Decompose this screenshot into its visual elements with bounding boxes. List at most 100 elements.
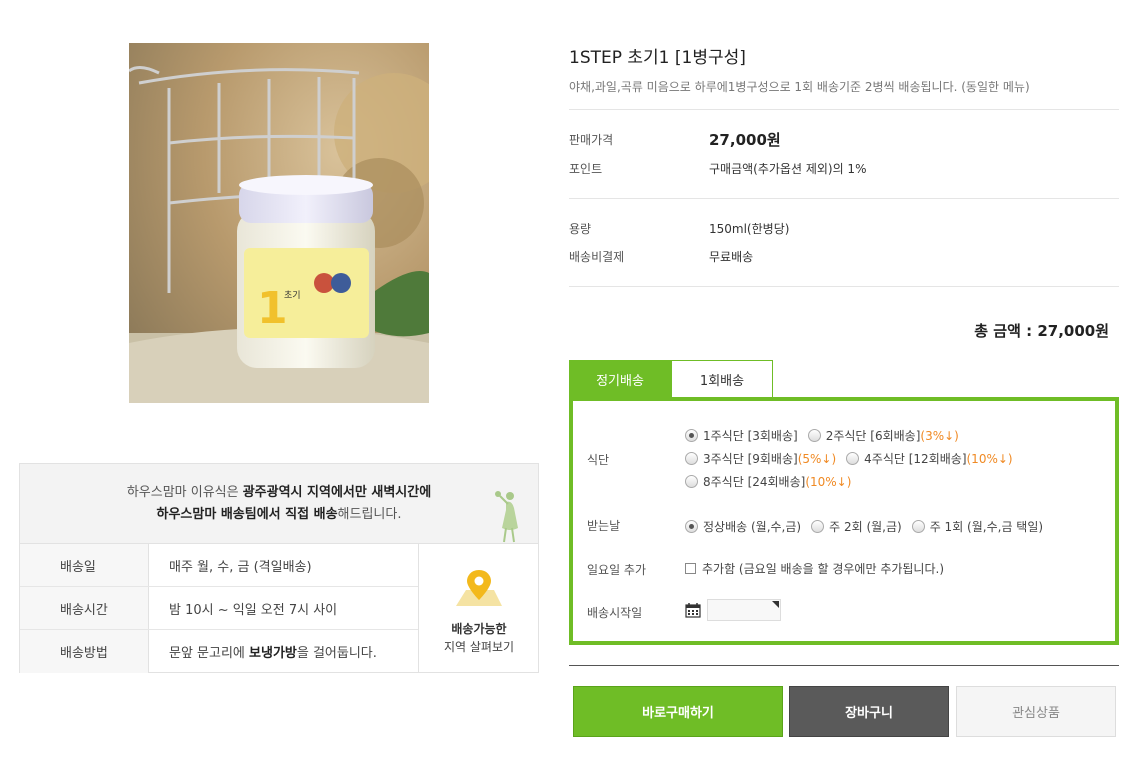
delivery-day-value: 매주 월, 수, 금 (격일배송) bbox=[169, 559, 312, 575]
radio-icon bbox=[807, 429, 821, 442]
sunday-add-option: 추가함 (금요일 배송을 할 경우에만 추가됩니다.) bbox=[685, 557, 954, 580]
start-date-input[interactable] bbox=[707, 598, 781, 621]
diet-option-8week-text: 8주식단 [24회배송] bbox=[703, 475, 806, 489]
point-value: 구매금액(추가옵션 제외)의 1% bbox=[709, 161, 867, 176]
delivery-method-suffix: 을 걸어둡니다. bbox=[296, 646, 377, 661]
delivery-intro-suffix: 해드립니다. bbox=[337, 507, 402, 522]
divider bbox=[569, 665, 1119, 666]
start-date-row bbox=[685, 598, 781, 621]
volume-value: 150ml(한병당) bbox=[709, 221, 790, 236]
diet-option-1week[interactable]: 1주식단 [3회배송] bbox=[685, 427, 798, 444]
mother-child-illustration-icon bbox=[495, 491, 518, 543]
jar-label-text: 초기 bbox=[284, 290, 301, 301]
total-amount: 총 금액 : 27,000원 bbox=[974, 322, 1109, 340]
diet-option-2week-discount: (3%↓) bbox=[920, 428, 959, 443]
delivery-row-time: 배송시간 밤 10시 ~ 익일 오전 7시 사이 bbox=[20, 587, 418, 630]
point-row: 포인트 구매금액(추가옵션 제외)의 1% bbox=[569, 158, 866, 178]
diet-option-3week-text: 3주식단 [9회배송] bbox=[703, 452, 798, 466]
diet-option-4week[interactable]: 4주식단 [12회배송] (10%↓) bbox=[846, 450, 1013, 467]
radio-selected-icon bbox=[685, 429, 698, 442]
receive-day-label: 받는날 bbox=[587, 519, 621, 533]
delivery-rows: 배송일 매주 월, 수, 금 (격일배송) 배송시간 밤 10시 ~ 익일 오전… bbox=[20, 544, 418, 673]
calendar-icon[interactable] bbox=[685, 602, 701, 618]
diet-option-4week-discount: (10%↓) bbox=[966, 451, 1013, 466]
diet-label: 식단 bbox=[587, 453, 610, 467]
map-pin-icon bbox=[456, 570, 502, 606]
delivery-method-label: 배송방법 bbox=[20, 630, 149, 673]
sunday-add-label: 일요일 추가 bbox=[587, 563, 647, 577]
delivery-method-value: 문앞 문고리에 보냉가방을 걸어둡니다. bbox=[149, 642, 377, 661]
point-label: 포인트 bbox=[569, 161, 603, 176]
sunday-add-text: 추가함 (금요일 배송을 할 경우에만 추가됩니다.) bbox=[702, 562, 945, 576]
radio-selected-icon bbox=[685, 520, 698, 533]
radio-icon bbox=[685, 452, 698, 465]
buy-now-button[interactable]: 바로구매하기 bbox=[573, 686, 783, 737]
tab-regular-delivery[interactable]: 정기배송 bbox=[569, 360, 671, 398]
divider bbox=[569, 286, 1119, 287]
radio-icon bbox=[685, 475, 698, 488]
start-date-label: 배송시작일 bbox=[587, 606, 643, 620]
delivery-intro-line1: 하우스맘마 이유식은 광주광역시 지역에서만 새벽시간에 bbox=[20, 482, 538, 504]
delivery-options-box: 식단 1주식단 [3회배송] 2주식단 [6회배송] (3%↓) 3주식단 [9회… bbox=[569, 397, 1119, 645]
diet-options-row2: 3주식단 [9회배송] (5%↓) 4주식단 [12회배송] (10%↓) bbox=[685, 447, 1023, 470]
start-date-field bbox=[685, 598, 781, 621]
diet-options: 1주식단 [3회배송] 2주식단 [6회배송] (3%↓) 3주식단 [9회배송]… bbox=[685, 424, 1023, 493]
radio-icon bbox=[846, 452, 860, 465]
price-value: 27,000원 bbox=[709, 130, 781, 149]
delivery-type-tabs: 정기배송 1회배송 bbox=[569, 360, 773, 398]
diet-option-1week-text: 1주식단 [3회배송] bbox=[703, 429, 798, 443]
receive-option-once[interactable]: 주 1회 (월,수,금 택일) bbox=[911, 518, 1044, 535]
delivery-time-label: 배송시간 bbox=[20, 587, 149, 629]
delivery-intro: 하우스맘마 이유식은 광주광역시 지역에서만 새벽시간에 하우스맘마 배송팀에서… bbox=[20, 464, 538, 544]
diet-option-2week[interactable]: 2주식단 [6회배송] (3%↓) bbox=[807, 427, 959, 444]
diet-options-row1: 1주식단 [3회배송] 2주식단 [6회배송] (3%↓) bbox=[685, 424, 1023, 447]
diet-option-8week-discount: (10%↓) bbox=[805, 474, 852, 489]
delivery-method-prefix: 문앞 문고리에 bbox=[169, 646, 250, 661]
diet-option-3week[interactable]: 3주식단 [9회배송] (5%↓) bbox=[685, 450, 836, 467]
diet-option-4week-text: 4주식단 [12회배송] bbox=[864, 452, 967, 466]
receive-day-options: 정상배송 (월,수,금) 주 2회 (월,금) 주 1회 (월,수,금 택일) bbox=[685, 515, 1053, 538]
price-row: 판매가격 27,000원 bbox=[569, 128, 781, 150]
diet-option-2week-text: 2주식단 [6회배송] bbox=[825, 429, 921, 443]
receive-option-normal-text: 정상배송 (월,수,금) bbox=[703, 520, 802, 534]
radio-icon bbox=[811, 520, 825, 533]
receive-option-twice[interactable]: 주 2회 (월,금) bbox=[811, 518, 902, 535]
diet-option-8week[interactable]: 8주식단 [24회배송] (10%↓) bbox=[685, 473, 851, 490]
delivery-row-day: 배송일 매주 월, 수, 금 (격일배송) bbox=[20, 544, 418, 587]
tab-one-time-delivery[interactable]: 1회배송 bbox=[671, 360, 773, 398]
delivery-info-box: 하우스맘마 이유식은 광주광역시 지역에서만 새벽시간에 하우스맘마 배송팀에서… bbox=[19, 463, 539, 673]
shipping-fee-value: 무료배송 bbox=[709, 249, 754, 264]
product-subtitle: 야채,과일,곡류 미음으로 하루에1병구성으로 1회 배송기준 2병씩 배송됩니… bbox=[569, 80, 1030, 94]
receive-day-row: 정상배송 (월,수,금) 주 2회 (월,금) 주 1회 (월,수,금 택일) bbox=[685, 515, 1053, 538]
map-link-line2: 지역 살펴보기 bbox=[443, 640, 515, 654]
delivery-intro-prefix: 하우스맘마 이유식은 bbox=[126, 485, 243, 500]
delivery-intro-bold1: 광주광역시 지역에서만 새벽시간에 bbox=[242, 485, 432, 500]
diet-option-3week-discount: (5%↓) bbox=[797, 451, 837, 466]
delivery-time-value: 밤 10시 ~ 익일 오전 7시 사이 bbox=[169, 602, 338, 618]
volume-row: 용량 150ml(한병당) bbox=[569, 218, 789, 238]
delivery-row-method: 배송방법 문앞 문고리에 보냉가방을 걸어둡니다. bbox=[20, 630, 418, 673]
sunday-add-row: 추가함 (금요일 배송을 할 경우에만 추가됩니다.) bbox=[685, 557, 954, 580]
delivery-area-map-link[interactable]: 배송가능한 지역 살펴보기 bbox=[418, 544, 539, 673]
receive-option-once-text: 주 1회 (월,수,금 택일) bbox=[929, 520, 1044, 534]
divider bbox=[569, 109, 1119, 110]
delivery-intro-line2: 하우스맘마 배송팀에서 직접 배송해드립니다. bbox=[20, 504, 538, 526]
delivery-intro-bold2: 하우스맘마 배송팀에서 직접 배송 bbox=[156, 507, 338, 522]
price-label: 판매가격 bbox=[569, 132, 614, 147]
sunday-add-checkbox[interactable]: 추가함 (금요일 배송을 할 경우에만 추가됩니다.) bbox=[685, 560, 944, 577]
diet-options-row3: 8주식단 [24회배송] (10%↓) bbox=[685, 470, 1023, 493]
volume-label: 용량 bbox=[569, 221, 592, 236]
radio-icon bbox=[911, 520, 925, 533]
delivery-method-bold: 보냉가방 bbox=[249, 646, 297, 661]
receive-option-twice-text: 주 2회 (월,금) bbox=[829, 520, 902, 534]
wishlist-button[interactable]: 관심상품 bbox=[956, 686, 1116, 737]
product-title: 1STEP 초기1 [1병구성] bbox=[569, 48, 746, 68]
receive-option-normal[interactable]: 정상배송 (월,수,금) bbox=[685, 518, 801, 535]
checkbox-icon bbox=[685, 563, 696, 574]
shipping-fee-label: 배송비결제 bbox=[569, 249, 625, 264]
map-link-line1: 배송가능한 bbox=[451, 622, 507, 636]
delivery-day-label: 배송일 bbox=[20, 544, 149, 586]
add-to-cart-button[interactable]: 장바구니 bbox=[789, 686, 949, 737]
divider bbox=[569, 198, 1119, 199]
product-image: 1 초기 bbox=[129, 43, 429, 403]
